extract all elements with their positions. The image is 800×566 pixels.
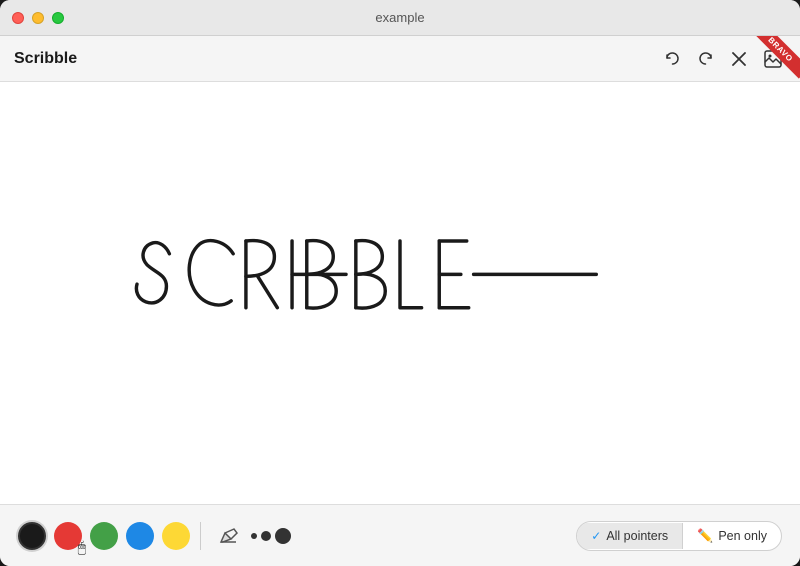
pen-size-large[interactable] (275, 528, 291, 544)
all-pointers-button[interactable]: ✓ All pointers (577, 523, 683, 549)
minimize-button[interactable] (32, 12, 44, 24)
pointer-mode-controls: ✓ All pointers ✏️ Pen only (576, 521, 782, 551)
clear-button[interactable] (728, 48, 750, 70)
color-black[interactable] (18, 522, 46, 550)
color-red[interactable] (54, 522, 82, 550)
separator-1 (200, 522, 201, 550)
pen-only-label: Pen only (718, 529, 767, 543)
window-title: example (375, 10, 424, 25)
eraser-button[interactable] (211, 521, 245, 551)
traffic-lights (12, 12, 64, 24)
toolbar-actions (660, 46, 786, 72)
color-blue[interactable] (126, 522, 154, 550)
app-toolbar: Scribble (0, 36, 800, 82)
maximize-button[interactable] (52, 12, 64, 24)
drawing-canvas[interactable] (0, 82, 800, 504)
app-window: example Scribble (0, 0, 800, 566)
pen-icon: ✏️ (697, 528, 713, 544)
canvas-area[interactable] (0, 82, 800, 504)
pen-only-button[interactable]: ✏️ Pen only (683, 522, 781, 550)
save-image-button[interactable] (760, 46, 786, 72)
pen-size-small[interactable] (251, 533, 257, 539)
redo-button[interactable] (694, 47, 718, 71)
color-green[interactable] (90, 522, 118, 550)
bottom-toolbar: 🖱 ✓ All pointers (0, 504, 800, 566)
close-button[interactable] (12, 12, 24, 24)
all-pointers-label: All pointers (606, 529, 668, 543)
pen-size-group (251, 528, 291, 544)
check-icon: ✓ (591, 529, 601, 543)
titlebar: example (0, 0, 800, 36)
undo-button[interactable] (660, 47, 684, 71)
app-title: Scribble (14, 50, 77, 68)
color-yellow[interactable] (162, 522, 190, 550)
pen-size-medium[interactable] (261, 531, 271, 541)
color-palette: 🖱 (18, 522, 190, 550)
